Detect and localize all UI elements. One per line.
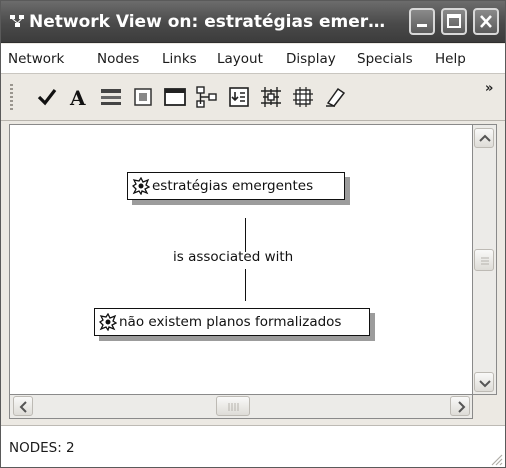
status-bar: NODES: 2 <box>1 425 505 467</box>
menu-nodes[interactable]: Nodes <box>97 51 139 67</box>
checkmark-icon <box>37 89 57 106</box>
window-frame-icon <box>164 88 186 106</box>
font-icon: A <box>69 86 86 110</box>
node-label: não existem planos formalizados <box>119 314 342 330</box>
minimize-icon <box>417 24 427 27</box>
link-line-top <box>245 218 246 252</box>
link-label[interactable]: is associated with <box>173 249 293 265</box>
menu-links[interactable]: Links <box>162 51 197 67</box>
toolbar-overflow-chevron-icon[interactable]: » <box>485 81 493 96</box>
frame-tool-button[interactable] <box>163 85 187 109</box>
menu-help[interactable]: Help <box>435 51 466 67</box>
network-tool-button[interactable] <box>259 85 283 109</box>
scroll-right-button[interactable] <box>450 396 470 416</box>
network-select-icon <box>293 87 313 107</box>
menu-network[interactable]: Network <box>8 51 64 67</box>
toolbar: A » <box>1 75 505 121</box>
accept-tool-button[interactable] <box>35 85 59 109</box>
scrollbar-corner <box>473 395 497 419</box>
menu-display[interactable]: Display <box>286 51 336 67</box>
code-node-icon <box>99 313 117 331</box>
chevron-right-icon <box>458 401 466 413</box>
minimize-button[interactable] <box>409 8 435 35</box>
import-node-icon <box>229 87 249 107</box>
network-select-tool-button[interactable] <box>291 85 315 109</box>
line-style-icon <box>101 89 121 105</box>
scroll-left-button[interactable] <box>13 396 33 416</box>
chevron-down-icon <box>479 380 491 388</box>
window-title: Network View on: estratégias emer… <box>29 12 386 32</box>
graph-node[interactable]: não existem planos formalizados <box>94 308 370 336</box>
eraser-tool-button[interactable] <box>323 85 347 109</box>
line-style-tool-button[interactable] <box>99 85 123 109</box>
grip-lines-icon <box>481 257 489 265</box>
font-tool-button[interactable]: A <box>67 85 91 110</box>
eraser-icon <box>326 87 346 107</box>
vertical-scroll-thumb[interactable] <box>474 249 494 271</box>
code-node-icon <box>132 177 150 195</box>
scroll-up-button[interactable] <box>474 128 494 148</box>
horizontal-scroll-thumb[interactable] <box>216 396 250 416</box>
toolbar-grip[interactable] <box>10 84 13 112</box>
close-button[interactable] <box>473 8 499 35</box>
title-bar[interactable]: Network View on: estratégias emer… <box>1 1 505 43</box>
chevron-left-icon <box>19 401 27 413</box>
grip-lines-icon <box>228 403 239 411</box>
scroll-down-button[interactable] <box>474 372 494 392</box>
link-line-bottom <box>245 269 246 301</box>
resize-grip-icon[interactable] <box>489 452 503 466</box>
node-fill-tool-button[interactable] <box>131 85 155 109</box>
network-view-window: Network View on: estratégias emer… Netwo… <box>0 0 506 468</box>
menu-layout[interactable]: Layout <box>217 51 263 67</box>
menu-specials[interactable]: Specials <box>357 51 413 67</box>
node-fill-icon <box>134 88 152 106</box>
node-count-status: NODES: 2 <box>9 440 75 456</box>
chevron-up-icon <box>479 134 491 142</box>
import-node-tool-button[interactable] <box>227 85 251 109</box>
network-app-icon <box>10 15 24 27</box>
layout-tool-button[interactable] <box>195 85 219 109</box>
maximize-button[interactable] <box>441 8 467 35</box>
menu-bar: Network Nodes Links Layout Display Speci… <box>1 44 505 74</box>
horizontal-scrollbar[interactable] <box>9 395 473 419</box>
vertical-scrollbar[interactable] <box>473 124 497 395</box>
close-icon <box>480 15 492 28</box>
node-label: estratégias emergentes <box>152 178 314 194</box>
layout-tree-icon <box>196 86 217 108</box>
graph-node[interactable]: estratégias emergentes <box>127 172 345 200</box>
maximize-icon <box>447 14 461 28</box>
svg-text:A: A <box>69 86 86 109</box>
network-canvas[interactable]: estratégias emergentes is associated wit… <box>9 124 473 395</box>
network-icon <box>261 87 281 107</box>
